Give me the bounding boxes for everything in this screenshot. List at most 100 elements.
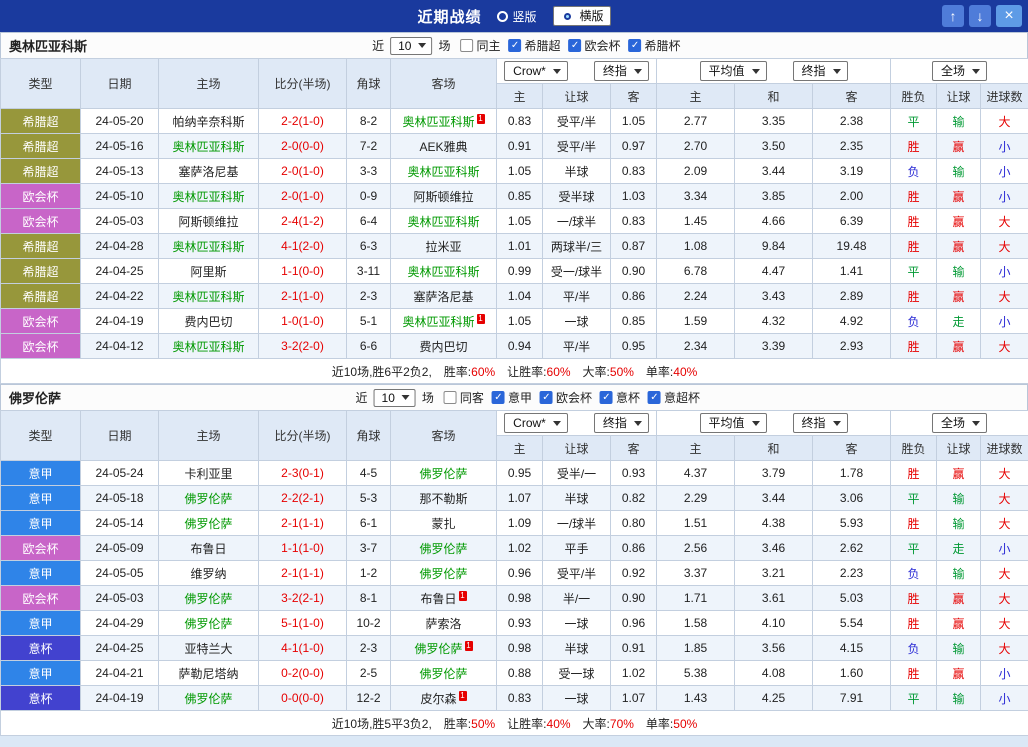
- away-team[interactable]: 佛罗伦萨: [391, 536, 497, 561]
- home-team[interactable]: 佛罗伦萨: [159, 611, 259, 636]
- home-team[interactable]: 奥林匹亚科斯: [159, 184, 259, 209]
- match-score[interactable]: 2-1(1-0): [259, 284, 347, 309]
- filter-checkbox[interactable]: 同客: [444, 389, 484, 406]
- league-badge[interactable]: 欧会杯: [1, 209, 81, 234]
- move-down-button[interactable]: ↓: [969, 5, 991, 27]
- away-team[interactable]: 佛罗伦萨: [391, 561, 497, 586]
- league-badge[interactable]: 希腊超: [1, 284, 81, 309]
- filter-checkbox[interactable]: 意超杯: [648, 389, 700, 406]
- match-score[interactable]: 2-1(1-1): [259, 511, 347, 536]
- away-team[interactable]: 布鲁日1: [391, 586, 497, 611]
- league-badge[interactable]: 意甲: [1, 486, 81, 511]
- filter-checkbox[interactable]: 欧会杯: [540, 389, 592, 406]
- filter-checkbox[interactable]: 希腊杯: [629, 37, 681, 54]
- away-team[interactable]: 阿斯顿维拉: [391, 184, 497, 209]
- away-team[interactable]: AEK雅典: [391, 134, 497, 159]
- odds-source-select[interactable]: Crow*: [504, 413, 568, 433]
- close-button[interactable]: ×: [996, 5, 1022, 27]
- away-team[interactable]: 佛罗伦萨: [391, 461, 497, 486]
- home-team[interactable]: 帕纳辛奈科斯: [159, 109, 259, 134]
- match-score[interactable]: 0-0(0-0): [259, 686, 347, 711]
- league-badge[interactable]: 欧会杯: [1, 536, 81, 561]
- recent-count-select[interactable]: 10: [374, 389, 416, 407]
- match-score[interactable]: 2-1(1-1): [259, 561, 347, 586]
- league-badge[interactable]: 意甲: [1, 461, 81, 486]
- home-team[interactable]: 费内巴切: [159, 309, 259, 334]
- league-badge[interactable]: 意甲: [1, 561, 81, 586]
- avg-odds-select[interactable]: 平均值: [700, 413, 767, 433]
- home-team[interactable]: 阿斯顿维拉: [159, 209, 259, 234]
- home-team[interactable]: 佛罗伦萨: [159, 511, 259, 536]
- scope-select[interactable]: 全场: [932, 61, 987, 81]
- home-team[interactable]: 维罗纳: [159, 561, 259, 586]
- away-team[interactable]: 奥林匹亚科斯1: [391, 309, 497, 334]
- match-score[interactable]: 1-1(0-0): [259, 259, 347, 284]
- league-badge[interactable]: 意甲: [1, 611, 81, 636]
- match-score[interactable]: 1-1(1-0): [259, 536, 347, 561]
- away-team[interactable]: 奥林匹亚科斯: [391, 209, 497, 234]
- home-team[interactable]: 布鲁日: [159, 536, 259, 561]
- layout-radio[interactable]: 横版: [553, 6, 611, 26]
- match-score[interactable]: 2-3(0-1): [259, 461, 347, 486]
- odds-source-select[interactable]: Crow*: [504, 61, 568, 81]
- home-team[interactable]: 奥林匹亚科斯: [159, 284, 259, 309]
- league-badge[interactable]: 希腊超: [1, 234, 81, 259]
- match-score[interactable]: 2-4(1-2): [259, 209, 347, 234]
- home-team[interactable]: 佛罗伦萨: [159, 586, 259, 611]
- match-score[interactable]: 2-0(0-0): [259, 134, 347, 159]
- home-team[interactable]: 佛罗伦萨: [159, 486, 259, 511]
- match-score[interactable]: 2-2(2-1): [259, 486, 347, 511]
- league-badge[interactable]: 希腊超: [1, 134, 81, 159]
- away-team[interactable]: 奥林匹亚科斯: [391, 259, 497, 284]
- league-badge[interactable]: 意杯: [1, 636, 81, 661]
- home-team[interactable]: 阿里斯: [159, 259, 259, 284]
- avg-final-select[interactable]: 终指: [793, 61, 848, 81]
- home-team[interactable]: 亚特兰大: [159, 636, 259, 661]
- odds-final-select[interactable]: 终指: [594, 61, 649, 81]
- match-score[interactable]: 4-1(2-0): [259, 234, 347, 259]
- match-score[interactable]: 0-2(0-0): [259, 661, 347, 686]
- away-team[interactable]: 那不勒斯: [391, 486, 497, 511]
- match-score[interactable]: 1-0(1-0): [259, 309, 347, 334]
- league-badge[interactable]: 欧会杯: [1, 184, 81, 209]
- away-team[interactable]: 奥林匹亚科斯: [391, 159, 497, 184]
- home-team[interactable]: 奥林匹亚科斯: [159, 334, 259, 359]
- away-team[interactable]: 拉米亚: [391, 234, 497, 259]
- match-score[interactable]: 2-0(1-0): [259, 159, 347, 184]
- filter-checkbox[interactable]: 同主: [461, 37, 501, 54]
- away-team[interactable]: 费内巴切: [391, 334, 497, 359]
- home-team[interactable]: 奥林匹亚科斯: [159, 134, 259, 159]
- recent-count-select[interactable]: 10: [390, 37, 432, 55]
- match-score[interactable]: 2-0(1-0): [259, 184, 347, 209]
- league-badge[interactable]: 意甲: [1, 661, 81, 686]
- home-team[interactable]: 佛罗伦萨: [159, 686, 259, 711]
- away-team[interactable]: 皮尔森1: [391, 686, 497, 711]
- league-badge[interactable]: 希腊超: [1, 259, 81, 284]
- filter-checkbox[interactable]: 意杯: [600, 389, 640, 406]
- filter-checkbox[interactable]: 欧会杯: [569, 37, 621, 54]
- away-team[interactable]: 佛罗伦萨: [391, 661, 497, 686]
- avg-final-select[interactable]: 终指: [793, 413, 848, 433]
- match-score[interactable]: 4-1(1-0): [259, 636, 347, 661]
- league-badge[interactable]: 欧会杯: [1, 586, 81, 611]
- home-team[interactable]: 奥林匹亚科斯: [159, 234, 259, 259]
- league-badge[interactable]: 意甲: [1, 511, 81, 536]
- match-score[interactable]: 5-1(1-0): [259, 611, 347, 636]
- home-team[interactable]: 卡利亚里: [159, 461, 259, 486]
- filter-checkbox[interactable]: 希腊超: [509, 37, 561, 54]
- away-team[interactable]: 佛罗伦萨1: [391, 636, 497, 661]
- home-team[interactable]: 塞萨洛尼基: [159, 159, 259, 184]
- match-score[interactable]: 3-2(2-0): [259, 334, 347, 359]
- away-team[interactable]: 萨索洛: [391, 611, 497, 636]
- away-team[interactable]: 塞萨洛尼基: [391, 284, 497, 309]
- avg-odds-select[interactable]: 平均值: [700, 61, 767, 81]
- league-badge[interactable]: 意杯: [1, 686, 81, 711]
- filter-checkbox[interactable]: 意甲: [492, 389, 532, 406]
- move-up-button[interactable]: ↑: [942, 5, 964, 27]
- away-team[interactable]: 奥林匹亚科斯1: [391, 109, 497, 134]
- match-score[interactable]: 2-2(1-0): [259, 109, 347, 134]
- match-score[interactable]: 3-2(2-1): [259, 586, 347, 611]
- league-badge[interactable]: 欧会杯: [1, 309, 81, 334]
- league-badge[interactable]: 欧会杯: [1, 334, 81, 359]
- away-team[interactable]: 蒙扎: [391, 511, 497, 536]
